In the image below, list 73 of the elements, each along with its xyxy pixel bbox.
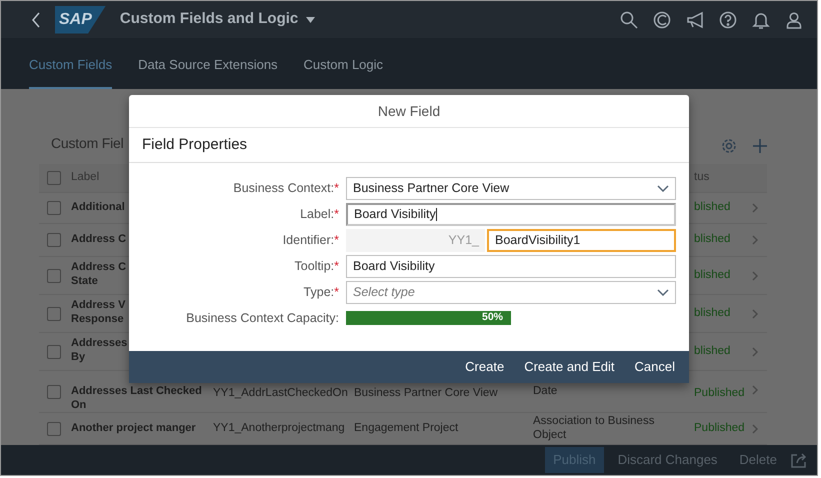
chevron-down-icon bbox=[657, 289, 669, 296]
table-cell: Another project manger bbox=[71, 422, 196, 436]
dialog-button[interactable]: Create bbox=[457, 354, 512, 380]
chevron-right-icon[interactable] bbox=[752, 235, 758, 245]
field-label: Label:* bbox=[299, 206, 339, 224]
chevron-down-icon bbox=[657, 185, 669, 192]
table-cell: Address C State bbox=[71, 261, 126, 288]
table-cell-text: YY1_AddrLastCheckedOn bbox=[213, 386, 349, 401]
table-cell-text: YY1_Anotherprojectmang bbox=[213, 420, 346, 436]
checkbox[interactable] bbox=[47, 201, 61, 215]
capacity-bar: 50% bbox=[346, 311, 511, 325]
chevron-right-icon[interactable] bbox=[752, 203, 758, 213]
input-field[interactable]: Board Visibility bbox=[346, 203, 676, 226]
field-label: Business Context:* bbox=[232, 180, 339, 198]
table-cell-text: Association to Business Object bbox=[533, 414, 656, 442]
checkbox[interactable] bbox=[47, 385, 61, 399]
table-cell: Addresses By bbox=[71, 337, 128, 364]
caret-icon[interactable] bbox=[306, 16, 316, 22]
table-cell: Address C bbox=[71, 233, 126, 248]
tab[interactable]: Custom Logic bbox=[304, 38, 384, 89]
chevron-right-icon[interactable] bbox=[752, 385, 758, 395]
field-label: Identifier:* bbox=[282, 232, 339, 250]
back-icon[interactable] bbox=[31, 12, 41, 28]
identifier-prefix: YY1_ bbox=[346, 229, 485, 252]
chevron-right-icon[interactable] bbox=[752, 308, 758, 318]
table-cell-text: Date bbox=[533, 385, 558, 399]
megaphone-icon[interactable] bbox=[686, 10, 704, 28]
field-label: Tooltip:* bbox=[294, 258, 339, 276]
status-text: blished bbox=[693, 268, 732, 283]
list-title: Custom Fiel bbox=[51, 134, 124, 153]
checkbox[interactable] bbox=[47, 306, 61, 320]
section-title: Field Properties bbox=[129, 128, 689, 163]
settings-icon[interactable] bbox=[721, 138, 737, 154]
status-text: blished bbox=[693, 200, 732, 216]
status-text: blished bbox=[693, 344, 732, 359]
ring-icon[interactable] bbox=[653, 10, 671, 28]
field-label: Type:* bbox=[302, 284, 339, 302]
status-text: blished bbox=[693, 232, 732, 248]
status-text: Published bbox=[693, 420, 746, 436]
tab[interactable]: Data Source Extensions bbox=[138, 38, 278, 89]
chevron-right-icon[interactable] bbox=[752, 346, 758, 356]
dropdown-field[interactable]: Select type bbox=[346, 281, 676, 304]
table-cell-text: Business Partner Core View bbox=[354, 386, 499, 401]
checkbox[interactable] bbox=[47, 268, 61, 282]
column-header: Label bbox=[71, 170, 100, 186]
search-icon[interactable] bbox=[620, 10, 638, 28]
input-field[interactable]: Board Visibility bbox=[346, 255, 676, 278]
dialog-button[interactable]: Cancel bbox=[626, 354, 683, 380]
add-icon[interactable] bbox=[753, 139, 767, 153]
column-header: tus bbox=[693, 170, 710, 186]
bell-icon[interactable] bbox=[752, 10, 770, 28]
table-cell: Addresses Last Checked On bbox=[71, 385, 202, 412]
checkbox[interactable] bbox=[47, 422, 61, 436]
logo[interactable]: SAP bbox=[55, 6, 106, 34]
checkbox[interactable] bbox=[47, 344, 61, 358]
field-label: Business Context Capacity: bbox=[185, 310, 339, 327]
input-field[interactable]: BoardVisibility1 bbox=[487, 229, 676, 252]
dialog-button[interactable]: Create and Edit bbox=[516, 354, 623, 380]
dropdown-field[interactable]: Business Partner Core View bbox=[346, 177, 676, 200]
share-icon[interactable] bbox=[791, 452, 807, 468]
user-icon[interactable] bbox=[785, 10, 803, 28]
checkbox[interactable] bbox=[47, 233, 61, 247]
dialog-title: New Field bbox=[129, 95, 689, 128]
status-text: blished bbox=[693, 306, 732, 321]
table-cell-text: Engagement Project bbox=[354, 420, 460, 436]
app-title[interactable]: Custom Fields and Logic bbox=[120, 8, 298, 31]
status-text: Published bbox=[693, 386, 746, 401]
chevron-right-icon[interactable] bbox=[752, 270, 758, 280]
table-cell: Address V Response bbox=[71, 299, 126, 326]
chevron-right-icon[interactable] bbox=[752, 424, 758, 434]
checkbox[interactable] bbox=[47, 171, 61, 185]
table-cell: Additional bbox=[71, 201, 125, 216]
help-icon[interactable] bbox=[719, 10, 737, 28]
